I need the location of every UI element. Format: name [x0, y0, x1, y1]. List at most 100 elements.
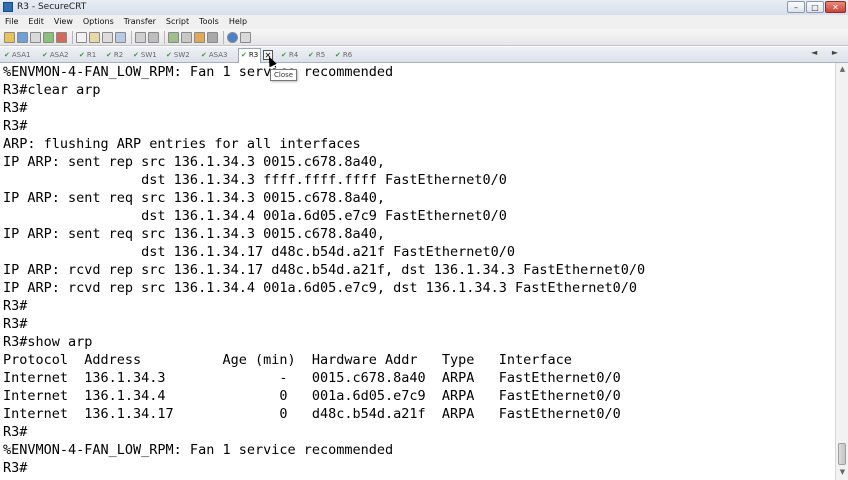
- toolbar-separator: [223, 30, 224, 44]
- menu-script[interactable]: Script: [161, 15, 194, 29]
- connected-check-icon: ✔: [335, 51, 341, 59]
- connected-check-icon: ✔: [281, 51, 287, 59]
- reconnect-icon[interactable]: [43, 31, 54, 43]
- scroll-down-icon[interactable]: ▼: [838, 468, 847, 477]
- tab-scroll-arrows[interactable]: ◄ ►: [811, 48, 844, 57]
- terminal-output[interactable]: %ENVMON-4-FAN_LOW_RPM: Fan 1 service rec…: [0, 63, 835, 480]
- terminal-line: IP ARP: sent req src 136.1.34.3 0015.c67…: [3, 226, 386, 242]
- help-icon[interactable]: [227, 31, 238, 43]
- connected-check-icon: ✔: [106, 51, 112, 59]
- menu-edit[interactable]: Edit: [23, 15, 49, 29]
- tab-label: R2: [113, 51, 124, 59]
- terminal-line: Internet 136.1.34.3 - 0015.c678.8a40 ARP…: [3, 370, 621, 386]
- terminal-line: IP ARP: sent rep src 136.1.34.3 0015.c67…: [3, 154, 386, 170]
- terminal-line: dst 136.1.34.17 d48c.b54d.a21f FastEther…: [3, 244, 516, 260]
- terminal-line: Protocol Address Age (min) Hardware Addr…: [3, 352, 572, 368]
- terminal-line: R3#: [3, 100, 28, 116]
- window-controls: – □ ✕: [787, 1, 846, 13]
- menu-transfer[interactable]: Transfer: [119, 15, 161, 29]
- connect-tab-icon[interactable]: [30, 31, 41, 43]
- tab-label: R5: [315, 51, 326, 59]
- window-title: R3 - SecureCRT: [17, 2, 87, 12]
- connected-check-icon: ✔: [133, 51, 139, 59]
- scrollbar-thumb[interactable]: [838, 443, 846, 465]
- tab-r3[interactable]: ✔ R3: [238, 48, 262, 63]
- tab-asa3[interactable]: ✔ ASA3: [201, 49, 227, 61]
- copy-paste-icon[interactable]: [102, 31, 113, 43]
- tab-r1[interactable]: ✔ R1: [79, 49, 96, 61]
- tab-label: R6: [342, 51, 353, 59]
- session-tab-bar: ✔ ASA1 ✔ ASA2 ✔ R1 ✔ R2 ✔ SW1 ✔ SW2 ✔ ASA3 ✔ R3 …: [0, 47, 848, 63]
- tab-r4[interactable]: ✔ R4: [281, 49, 298, 61]
- menu-help[interactable]: Help: [224, 15, 252, 29]
- tab-asa2[interactable]: ✔ ASA2: [42, 49, 68, 61]
- tab-label: SW2: [173, 51, 190, 59]
- about-icon[interactable]: [240, 31, 251, 43]
- menu-file[interactable]: File: [0, 15, 23, 29]
- connected-check-icon: ✔: [166, 51, 172, 59]
- close-tooltip: Close: [270, 69, 298, 81]
- toolbar-separator: [72, 30, 73, 44]
- toolbar-separator: [131, 30, 132, 44]
- terminal-line: %ENVMON-4-FAN_LOW_RPM: Fan 1 service rec…: [3, 442, 394, 458]
- tab-label: R1: [86, 51, 97, 59]
- tab-sw2[interactable]: ✔ SW2: [166, 49, 190, 61]
- tab-asa1[interactable]: ✔ ASA1: [4, 49, 30, 61]
- copy-icon[interactable]: [76, 31, 87, 43]
- print-icon[interactable]: [135, 31, 146, 43]
- close-window-button[interactable]: ✕: [825, 1, 846, 13]
- terminal-line: Internet 136.1.34.4 0 001a.6d05.e7c9 ARP…: [3, 388, 621, 404]
- terminal-line: R3#clear arp: [3, 82, 101, 98]
- tab-r5[interactable]: ✔ R5: [308, 49, 325, 61]
- disconnect-icon[interactable]: [56, 31, 67, 43]
- terminal-line: IP ARP: sent req src 136.1.34.3 0015.c67…: [3, 190, 386, 206]
- global-options-icon[interactable]: [181, 31, 192, 43]
- terminal-line: dst 136.1.34.3 ffff.ffff.ffff FastEthern…: [3, 172, 507, 188]
- terminal-line: R3#: [3, 118, 28, 134]
- print-setup-icon[interactable]: [148, 31, 159, 43]
- find-icon[interactable]: [115, 31, 126, 43]
- terminal-line: dst 136.1.34.4 001a.6d05.e7c9 FastEthern…: [3, 208, 507, 224]
- menu-options[interactable]: Options: [78, 15, 119, 29]
- app-icon: [3, 2, 13, 12]
- maximize-button[interactable]: □: [806, 1, 824, 13]
- quick-connect-icon[interactable]: [17, 31, 28, 43]
- terminal-line: Internet 136.1.34.17 0 d48c.b54d.a21f AR…: [3, 406, 621, 422]
- toolbar-separator: [164, 30, 165, 44]
- menu-view[interactable]: View: [49, 15, 78, 29]
- session-options-icon[interactable]: [168, 31, 179, 43]
- tab-label: R3: [248, 51, 259, 59]
- menu-bar: File Edit View Options Transfer Script T…: [0, 15, 848, 29]
- terminal-line: IP ARP: rcvd rep src 136.1.34.17 d48c.b5…: [3, 262, 646, 278]
- paste-icon[interactable]: [89, 31, 100, 43]
- tab-label: R4: [288, 51, 299, 59]
- tab-sw1[interactable]: ✔ SW1: [133, 49, 157, 61]
- scroll-up-icon[interactable]: ▲: [838, 65, 847, 74]
- connected-check-icon: ✔: [241, 51, 247, 59]
- connected-check-icon: ✔: [42, 51, 48, 59]
- terminal-line: R3#: [3, 316, 28, 332]
- tab-label: SW1: [140, 51, 157, 59]
- tab-r6[interactable]: ✔ R6: [335, 49, 352, 61]
- tab-label: ASA1: [11, 51, 31, 59]
- toolbar: [0, 29, 848, 46]
- tab-label: ASA3: [208, 51, 228, 59]
- terminal-line: R3#: [3, 424, 28, 440]
- terminal-line: ARP: flushing ARP entries for all interf…: [3, 136, 361, 152]
- title-bar: R3 - SecureCRT – □ ✕: [0, 0, 848, 16]
- tab-label: ASA2: [49, 51, 69, 59]
- connected-check-icon: ✔: [308, 51, 314, 59]
- terminal-line: R3#show arp: [3, 334, 93, 350]
- connected-check-icon: ✔: [79, 51, 85, 59]
- terminal-line: R3#: [3, 460, 28, 476]
- terminal-line: IP ARP: rcvd rep src 136.1.34.4 001a.6d0…: [3, 280, 637, 296]
- keymap-icon[interactable]: [207, 31, 218, 43]
- minimize-button[interactable]: –: [787, 1, 805, 13]
- menu-tools[interactable]: Tools: [194, 15, 224, 29]
- tab-r2[interactable]: ✔ R2: [106, 49, 123, 61]
- connected-check-icon: ✔: [201, 51, 207, 59]
- vertical-scrollbar[interactable]: ▲ ▼: [835, 63, 848, 480]
- connected-check-icon: ✔: [4, 51, 10, 59]
- sftp-icon[interactable]: [194, 31, 205, 43]
- connect-icon[interactable]: [4, 31, 15, 43]
